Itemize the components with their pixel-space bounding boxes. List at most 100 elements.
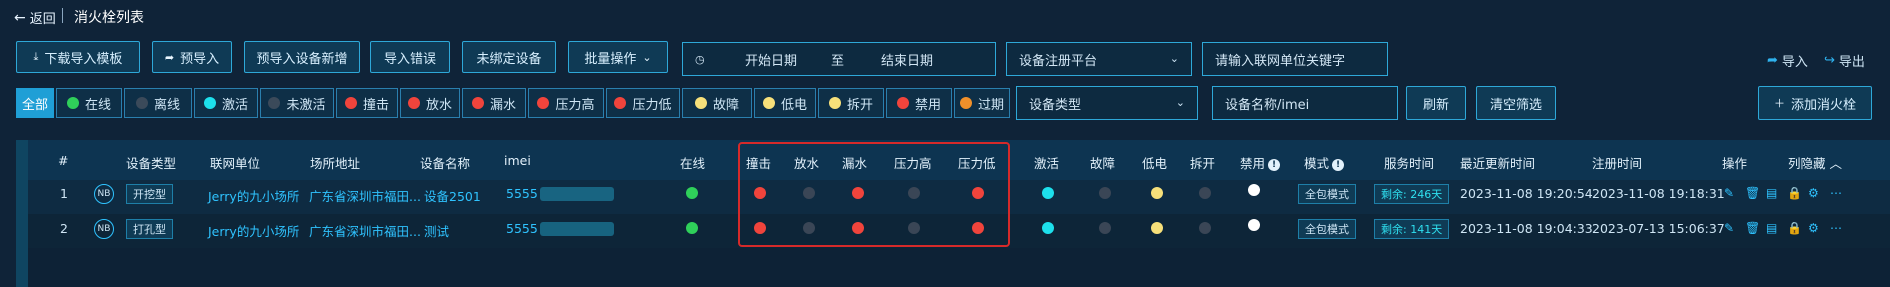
status-dot [1042,222,1054,234]
unbound-device-button[interactable]: 未绑定设备 [462,41,556,73]
batch-operation-button[interactable]: 批量操作 ⌄ [568,41,668,73]
column-header-label: 低电 [1142,156,1168,171]
header-divider [62,8,63,23]
filter-14[interactable]: 过期 [954,88,1010,118]
filter-label: 撞击 [362,97,389,113]
unit-search-input[interactable]: 请输入联网单位关键字 [1202,42,1388,76]
column-header-label: 模式 [1304,156,1330,171]
filter-13[interactable]: 禁用 [886,88,952,118]
filter-12[interactable]: 拆开 [818,88,884,118]
clear-filter-label: 清空筛选 [1489,97,1542,113]
imei-mask [540,222,614,236]
imei-mask [540,187,614,201]
delete-icon[interactable]: 🗑 [1745,186,1760,200]
lock-icon[interactable]: 🔒 [1787,221,1802,235]
nb-badge: NB [94,184,114,204]
info-icon[interactable]: ! [1332,158,1345,171]
status-dot-icon [896,97,909,109]
document-icon[interactable]: ▤ [1766,186,1777,200]
status-dot-icon [66,97,79,109]
filter-11[interactable]: 低电 [754,88,816,118]
date-start[interactable]: 开始日期 [745,50,797,69]
filter-10[interactable]: 故障 [682,88,752,118]
settings-icon[interactable]: ⚙ [1808,186,1819,200]
status-dot [686,187,698,199]
date-separator: 至 [831,53,845,69]
filter-7[interactable]: 漏水 [462,88,526,118]
date-range-picker[interactable]: ◷ 开始日期 至 结束日期 [682,42,996,76]
imei-text: 5555 [506,186,538,201]
info-icon[interactable]: ! [1268,158,1281,171]
filter-label: 压力高 [555,97,595,113]
more-icon[interactable]: ⋯ [1830,221,1842,235]
pre-import-button[interactable]: ➦ 预导入 [152,41,232,73]
document-icon[interactable]: ▤ [1766,221,1777,235]
column-header-label: 操作 [1722,156,1748,171]
delete-icon[interactable]: 🗑 [1745,221,1760,235]
unit-link[interactable]: Jerry的九小场所 [208,221,299,240]
clear-filter-button[interactable]: 清空筛选 [1476,86,1556,120]
filter-1[interactable]: 在线 [56,88,122,118]
column-header-label: 注册时间 [1592,156,1643,171]
status-dot [1151,187,1163,199]
download-template-button[interactable]: ⤓ 下载导入模板 [16,41,140,73]
filter-9[interactable]: 压力低 [606,88,680,118]
column-header-mode: 模式! [1304,153,1345,172]
settings-icon[interactable]: ⚙ [1808,221,1819,235]
device-type-placeholder: 设备类型 [1029,97,1082,113]
filter-4[interactable]: 未激活 [260,88,334,118]
device-name-input[interactable]: 设备名称/imei [1212,86,1398,120]
filter-3[interactable]: 激活 [194,88,258,118]
export-icon: ↪ [1824,53,1835,68]
status-dot [1199,187,1211,199]
status-dot-icon [614,97,627,109]
filter-label: 全部 [21,97,48,113]
platform-select[interactable]: 设备注册平台 ⌄ [1006,42,1192,76]
import-link[interactable]: ➦ 导入 [1767,51,1808,70]
filter-5[interactable]: 撞击 [336,88,398,118]
clock-icon: ◷ [695,52,705,66]
mode-tag: 全包模式 [1298,219,1356,239]
status-dot [1099,222,1111,234]
column-hide-toggle[interactable]: 列隐藏 ︿ [1788,153,1842,172]
column-header-fault: 故障 [1090,153,1115,172]
column-header-label: 服务时间 [1384,156,1435,171]
column-header-label: 拆开 [1190,156,1216,171]
plus-icon: ＋ [1773,97,1785,110]
date-end[interactable]: 结束日期 [881,50,933,69]
filter-0[interactable]: 全部 [16,88,54,118]
pre-import-new-button[interactable]: 预导入设备新增 [244,41,360,73]
chevron-down-icon: ⌄ [642,50,652,64]
add-hydrant-button[interactable]: ＋ 添加消火栓 [1758,86,1872,120]
import-error-button[interactable]: 导入错误 [370,41,450,73]
import-link-label: 导入 [1781,55,1808,70]
filter-2[interactable]: 离线 [124,88,192,118]
lock-icon[interactable]: 🔒 [1787,186,1802,200]
more-icon[interactable]: ⋯ [1830,186,1842,200]
filter-8[interactable]: 压力高 [528,88,604,118]
status-dot [1199,222,1211,234]
unit-placeholder: 请输入联网单位关键字 [1215,53,1346,69]
status-dot [1042,187,1054,199]
status-dot-icon [135,97,148,109]
edit-icon[interactable]: ✎ [1724,186,1734,200]
refresh-button[interactable]: 刷新 [1406,86,1466,120]
device-name-link[interactable]: 设备2501 [424,186,481,205]
column-header-unit: 联网单位 [210,153,260,172]
export-link[interactable]: ↪ 导出 [1824,51,1865,70]
pre-import-label: 预导入 [180,51,220,67]
filter-label: 压力低 [632,97,672,113]
device-type-tag: 开挖型 [126,184,173,204]
download-icon: ⤓ [33,50,39,63]
registered-time: 2023-11-08 19:18:31 [1592,186,1725,201]
back-button[interactable]: ← 返回 [14,8,56,28]
device-type-select[interactable]: 设备类型 ⌄ [1016,86,1198,120]
edit-icon[interactable]: ✎ [1724,221,1734,235]
device-name-placeholder: 设备名称/imei [1225,97,1310,113]
filter-label: 低电 [780,97,807,113]
table-scroll-edge [16,140,28,287]
filter-6[interactable]: 放水 [400,88,460,118]
device-name-link[interactable]: 测试 [424,221,449,240]
unit-link[interactable]: Jerry的九小场所 [208,186,299,205]
filter-label: 在线 [84,97,111,113]
